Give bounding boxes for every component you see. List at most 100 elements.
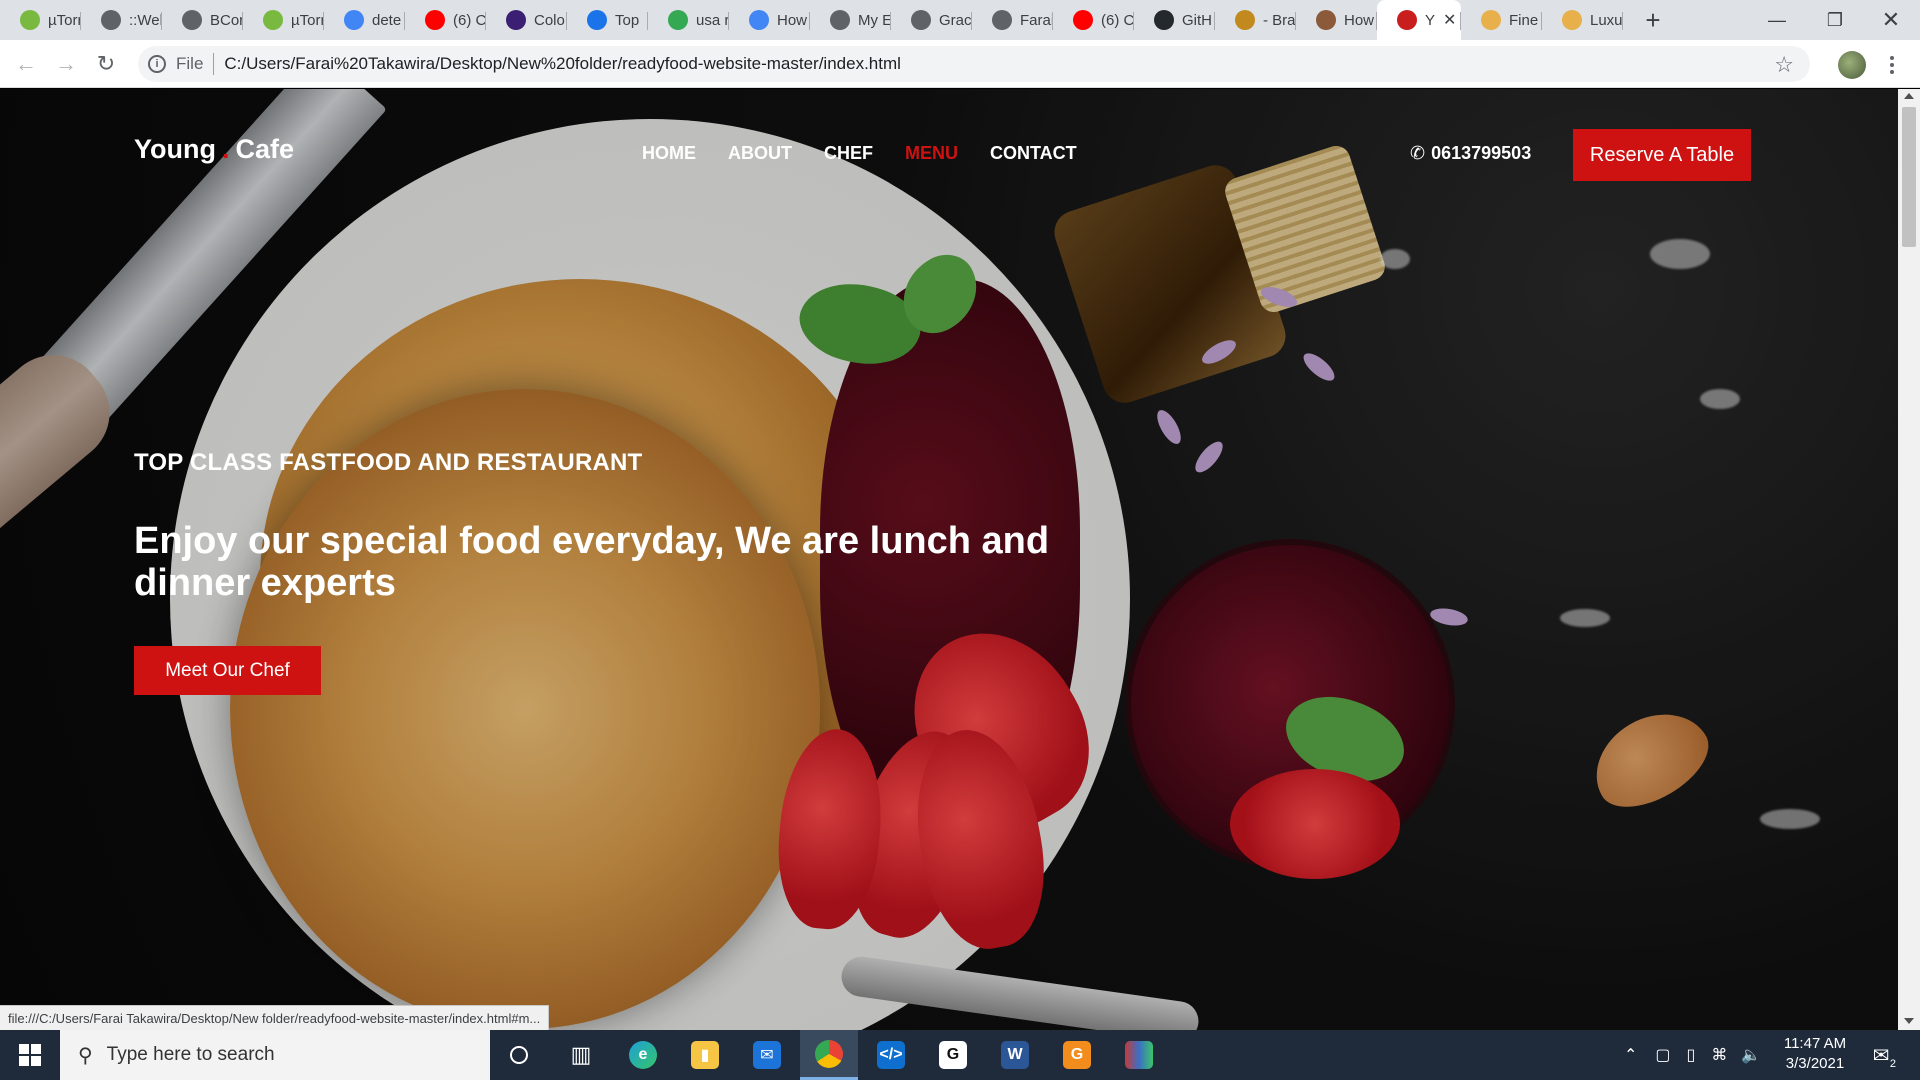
browser-tab[interactable]: GitH [1134, 0, 1215, 40]
word-icon[interactable]: W [986, 1030, 1044, 1080]
tab-label: Grac [939, 11, 972, 29]
globe-icon [992, 10, 1012, 30]
github-icon [1154, 10, 1174, 30]
upload-icon [1481, 10, 1501, 30]
browser-menu-icon[interactable] [1882, 52, 1902, 78]
browser-tab[interactable]: Top [567, 0, 648, 40]
battery-icon[interactable]: ▯ [1687, 1045, 1696, 1065]
scroll-up-icon[interactable] [1904, 93, 1914, 99]
logo-text-left: Young [134, 134, 216, 164]
info-icon[interactable]: i [148, 55, 166, 73]
tab-label: Luxu [1590, 11, 1623, 29]
browser-tab[interactable]: Luxu [1542, 0, 1623, 40]
tray-expand-icon[interactable]: ⌃ [1624, 1045, 1637, 1065]
tab-label: How [1344, 11, 1375, 29]
youtube-icon [1073, 10, 1093, 30]
file-explorer-icon[interactable]: ▮ [676, 1030, 734, 1080]
utorrent-icon [20, 10, 40, 30]
browser-tab[interactable]: dete [324, 0, 405, 40]
tab-label: Y [1425, 11, 1436, 29]
start-button[interactable] [0, 1030, 60, 1080]
site-logo[interactable]: Young. Cafe [134, 134, 294, 165]
tab-label: My E [858, 11, 891, 29]
meet-now-icon[interactable]: ▢ [1655, 1045, 1670, 1065]
restore-button[interactable]: ❐ [1806, 0, 1864, 40]
browser-tab[interactable]: ::Wel [81, 0, 162, 40]
nav-home[interactable]: HOME [642, 143, 696, 164]
scroll-thumb[interactable] [1902, 107, 1916, 247]
globe-icon [830, 10, 850, 30]
chrome-icon[interactable] [800, 1030, 858, 1080]
notification-center-icon[interactable]: ✉ 2 [1866, 1040, 1896, 1071]
clock-date: 3/3/2021 [1785, 1055, 1845, 1072]
tab-label: GitH [1182, 11, 1212, 29]
windows-taskbar: ⚲ Type here to search ▥ e ▮ ✉ </> G W G … [0, 1030, 1920, 1080]
profile-avatar[interactable] [1838, 51, 1866, 79]
wifi-icon[interactable]: ⌘ [1711, 1045, 1727, 1065]
back-button[interactable]: ← [6, 44, 46, 84]
nav-about[interactable]: ABOUT [728, 143, 792, 164]
tab-label: Farai [1020, 11, 1053, 29]
browser-tab[interactable]: usa r [648, 0, 729, 40]
meet-our-chef-button[interactable]: Meet Our Chef [134, 646, 321, 695]
taskbar-clock[interactable]: 11:47 AM 3/3/2021 [1760, 1034, 1870, 1074]
grammarly-icon[interactable]: G [924, 1030, 982, 1080]
cortana-icon[interactable] [490, 1030, 548, 1080]
reserve-table-button[interactable]: Reserve A Table [1573, 129, 1751, 181]
browser-tab[interactable]: Colo [486, 0, 567, 40]
forward-button[interactable]: → [46, 44, 86, 84]
close-tab-icon[interactable]: ✕ [1443, 10, 1456, 30]
browser-tab[interactable]: My E [810, 0, 891, 40]
tab-label: usa r [696, 11, 729, 29]
edge-icon[interactable]: e [614, 1030, 672, 1080]
browser-tab[interactable]: Y ✕ [1377, 0, 1461, 40]
browser-tab[interactable]: µTorr [243, 0, 324, 40]
browser-tab[interactable]: How [729, 0, 810, 40]
phone-number[interactable]: ✆ 0613799503 [1410, 143, 1531, 164]
browser-tab[interactable]: Farai [972, 0, 1053, 40]
browser-tab[interactable]: BCor [162, 0, 243, 40]
globe-icon [911, 10, 931, 30]
clock-time: 11:47 AM [1783, 1035, 1847, 1052]
pdf-icon[interactable]: G [1048, 1030, 1106, 1080]
tab-label: Fine [1509, 11, 1539, 29]
mail-icon[interactable]: ✉ [738, 1030, 796, 1080]
close-window-button[interactable]: ✕ [1862, 0, 1920, 40]
task-view-icon[interactable]: ▥ [552, 1030, 610, 1080]
google-icon [344, 10, 364, 30]
browser-tab[interactable]: - Bra [1215, 0, 1296, 40]
browser-tab[interactable]: (6) C [405, 0, 486, 40]
logo-text-right: Cafe [235, 134, 295, 164]
upload-icon [1562, 10, 1582, 30]
new-tab-button[interactable]: + [1633, 0, 1673, 40]
notification-count: 2 [1889, 1058, 1896, 1070]
volume-icon[interactable]: 🔈 [1741, 1045, 1761, 1065]
page-scrollbar[interactable] [1898, 89, 1920, 1030]
reload-button[interactable]: ↻ [86, 44, 126, 84]
youtube-icon [425, 10, 445, 30]
tab-label: - Bra [1263, 11, 1296, 29]
browser-tab[interactable]: Fine [1461, 0, 1542, 40]
hero-subtitle: TOP CLASS FASTFOOD AND RESTAURANT [134, 449, 643, 476]
address-bar[interactable]: i File C:/Users/Farai%20Takawira/Desktop… [138, 46, 1810, 82]
nav-chef[interactable]: CHEF [824, 143, 873, 164]
main-nav: HOME ABOUT CHEF MENU CONTACT [642, 143, 1077, 164]
browser-tab[interactable]: How [1296, 0, 1377, 40]
tab-label: (6) C [1101, 11, 1134, 29]
browser-tab[interactable]: (6) C [1053, 0, 1134, 40]
url-text[interactable]: C:/Users/Farai%20Takawira/Desktop/New%20… [224, 54, 901, 74]
nav-menu[interactable]: MENU [905, 143, 958, 164]
nav-contact[interactable]: CONTACT [990, 143, 1077, 164]
maps-icon [668, 10, 688, 30]
color-icon [506, 10, 526, 30]
winrar-icon[interactable] [1110, 1030, 1168, 1080]
minimize-button[interactable]: — [1748, 0, 1806, 40]
bookmark-star-icon[interactable]: ☆ [1774, 52, 1794, 78]
vscode-icon[interactable]: </> [862, 1030, 920, 1080]
tab-label: Colo [534, 11, 565, 29]
browser-tab[interactable]: Grac [891, 0, 972, 40]
scroll-down-icon[interactable] [1904, 1018, 1914, 1024]
taskbar-search[interactable]: ⚲ Type here to search [60, 1030, 490, 1080]
utorrent-icon [263, 10, 283, 30]
browser-tab[interactable]: µTorr [0, 0, 81, 40]
